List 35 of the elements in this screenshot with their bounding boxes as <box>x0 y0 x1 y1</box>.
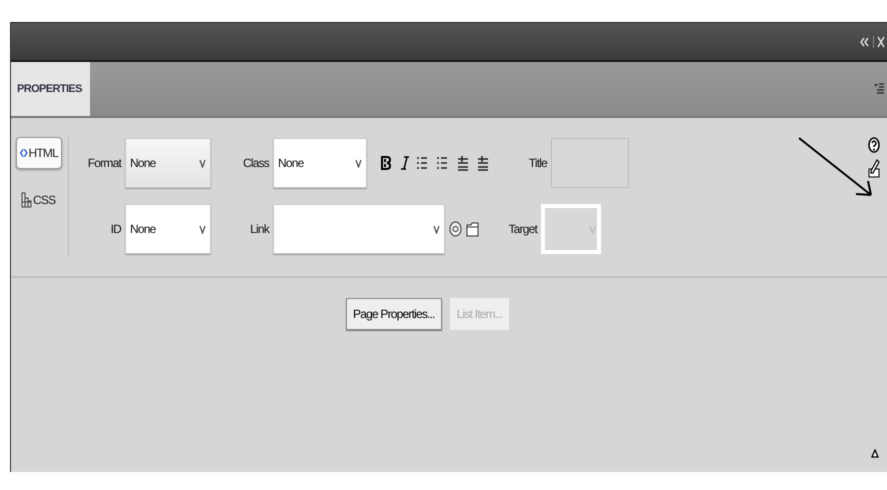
target-icon[interactable] <box>449 221 462 237</box>
field-label: ID <box>110 222 121 236</box>
link-field[interactable] <box>273 204 445 254</box>
edit-icon[interactable] <box>868 159 880 179</box>
caret-icon <box>199 158 206 168</box>
ordered-list-icon[interactable] <box>437 155 449 171</box>
grid-icon <box>20 192 32 208</box>
select-field[interactable]: None <box>125 138 211 188</box>
italic-button[interactable] <box>401 156 409 170</box>
caret-icon <box>433 224 440 234</box>
collapse-icon[interactable] <box>859 36 874 48</box>
properties-tab[interactable]: PROPERTIES <box>11 62 90 116</box>
caret-icon <box>589 224 596 234</box>
menu-icon[interactable] <box>874 82 884 96</box>
close-icon[interactable] <box>877 36 885 48</box>
bold-button[interactable] <box>381 156 391 170</box>
page-properties-button[interactable]: Page Properties... <box>346 298 442 330</box>
caret-icon <box>199 224 206 234</box>
outdent-icon[interactable] <box>457 155 469 171</box>
field-label: Title <box>528 156 547 170</box>
folder-icon[interactable] <box>466 221 479 237</box>
html-tab[interactable]: HTML <box>16 137 62 169</box>
field-label: Link <box>249 222 269 236</box>
help-icon[interactable] <box>868 137 880 153</box>
select-field[interactable]: None <box>125 204 211 254</box>
field-label: Target <box>507 222 537 236</box>
select-field[interactable]: None <box>273 138 367 188</box>
css-tab[interactable]: CSS <box>16 183 62 217</box>
field-label: Class <box>242 156 269 170</box>
field-label: Format <box>86 156 121 170</box>
code-icon <box>20 146 28 160</box>
expander-icon[interactable] <box>871 449 879 458</box>
unordered-list-icon[interactable] <box>417 155 429 171</box>
caret-icon <box>355 158 362 168</box>
indent-icon[interactable] <box>477 155 489 171</box>
